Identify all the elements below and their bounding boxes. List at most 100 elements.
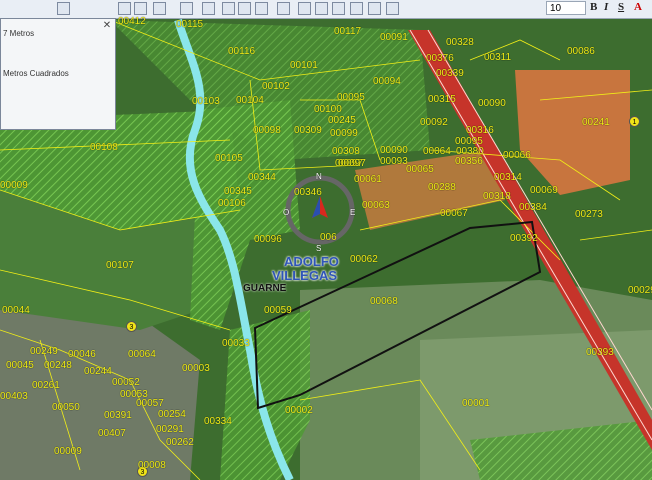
parcel-label[interactable]: 00391 xyxy=(104,410,132,421)
parcel-label[interactable]: 00098 xyxy=(253,125,281,136)
parcel-label[interactable]: 00044 xyxy=(2,305,30,316)
parcel-label[interactable]: 00103 xyxy=(192,96,220,107)
scale-icon[interactable] xyxy=(332,2,345,15)
parcel-label[interactable]: 00356 xyxy=(455,156,483,167)
parcel-label[interactable]: 00316 xyxy=(466,125,494,136)
parcel-label[interactable]: 00254 xyxy=(158,409,186,420)
parcel-label[interactable]: 00393 xyxy=(586,347,614,358)
parcel-label[interactable]: 00288 xyxy=(428,182,456,193)
find-icon[interactable] xyxy=(315,2,328,15)
parcel-label[interactable]: 00407 xyxy=(98,428,126,439)
globe-icon[interactable] xyxy=(57,2,70,15)
parcel-label[interactable]: 00045 xyxy=(6,360,34,371)
select-icon[interactable] xyxy=(202,2,215,15)
parcel-label[interactable]: 00091 xyxy=(380,32,408,43)
parcel-label[interactable]: 00062 xyxy=(350,254,378,265)
parcel-label[interactable]: 00096 xyxy=(254,234,282,245)
parcel-label[interactable]: 00346 xyxy=(294,187,322,198)
parcel-label[interactable]: 00315 xyxy=(428,94,456,105)
info-icon[interactable] xyxy=(222,2,235,15)
parcel-label[interactable]: 00106 xyxy=(218,198,246,209)
parcel-label[interactable]: 00059 xyxy=(264,305,292,316)
parcel-label[interactable]: 00094 xyxy=(373,76,401,87)
parcel-label[interactable]: 00100 xyxy=(314,104,342,115)
parcel-label[interactable]: 00092 xyxy=(420,117,448,128)
parcel-label[interactable]: 00245 xyxy=(328,115,356,126)
parcel-label[interactable]: 00009 xyxy=(54,446,82,457)
arrow-right-icon[interactable] xyxy=(134,2,147,15)
measurement-panel[interactable]: ✕ 7 Metros Metros Cuadrados xyxy=(0,18,116,130)
parcel-label[interactable]: 00104 xyxy=(236,95,264,106)
parcel-label[interactable]: 00345 xyxy=(224,186,252,197)
parcel-label[interactable]: 00093 xyxy=(380,156,408,167)
parcel-label[interactable]: 00066 xyxy=(503,150,531,161)
map-marker[interactable]: 3 xyxy=(126,321,137,332)
hyperlink-icon[interactable] xyxy=(255,2,268,15)
parcel-label[interactable]: 00248 xyxy=(44,360,72,371)
parcel-label[interactable]: 00117 xyxy=(334,26,361,37)
italic-button[interactable]: I xyxy=(604,1,608,13)
parcel-label[interactable]: 00244 xyxy=(84,366,112,377)
parcel-label[interactable]: 00068 xyxy=(370,296,398,307)
parcel-label[interactable]: 00273 xyxy=(575,209,603,220)
parcel-label[interactable]: 00105 xyxy=(215,153,243,164)
parcel-label[interactable]: 00116 xyxy=(228,46,255,57)
bold-button[interactable]: B xyxy=(590,1,597,13)
parcel-label[interactable]: 00344 xyxy=(248,172,276,183)
zoom-icon[interactable] xyxy=(298,2,311,15)
font-color-button[interactable]: A xyxy=(634,1,642,13)
arrow-left-icon[interactable] xyxy=(118,2,131,15)
parcel-label[interactable]: 00102 xyxy=(262,81,290,92)
parcel-label[interactable]: 00308 xyxy=(332,146,360,157)
parcel-label[interactable]: 00029 xyxy=(628,285,652,296)
parcel-label[interactable]: 00115 xyxy=(176,19,203,30)
parcel-label[interactable]: 00328 xyxy=(446,37,474,48)
parcel-label[interactable]: 00002 xyxy=(285,405,313,416)
parcel-label[interactable]: 00095 xyxy=(337,92,365,103)
parcel-label[interactable]: 00107 xyxy=(106,260,134,271)
parcel-label[interactable]: 00064 xyxy=(128,349,156,360)
parcel-label[interactable]: 00033 xyxy=(222,338,250,349)
map-marker[interactable]: 1 xyxy=(629,116,640,127)
parcel-label[interactable]: 00061 xyxy=(354,174,382,185)
parcel-label[interactable]: 00001 xyxy=(462,398,490,409)
parcel-label[interactable]: 00261 xyxy=(32,380,60,391)
parcel-label[interactable]: 00057 xyxy=(136,398,164,409)
parcel-label[interactable]: 00008 xyxy=(138,460,166,471)
parcel-label[interactable]: 00065 xyxy=(406,164,434,175)
parcel-label[interactable]: 00339 xyxy=(436,68,464,79)
pointer-icon[interactable] xyxy=(238,2,251,15)
close-icon[interactable]: ✕ xyxy=(102,21,112,31)
parcel-label[interactable]: 00099 xyxy=(330,128,358,139)
font-size-select[interactable]: 10 xyxy=(546,1,586,15)
parcel-label[interactable]: 00376 xyxy=(426,53,454,64)
parcel-label[interactable]: 00064 xyxy=(423,146,451,157)
person-icon[interactable] xyxy=(350,2,363,15)
parcel-label[interactable]: 006 xyxy=(320,232,337,243)
parcel-label[interactable]: 00403 xyxy=(0,391,28,402)
parcel-label[interactable]: 00009 xyxy=(0,180,28,191)
comment-icon[interactable] xyxy=(277,2,290,15)
parcel-label[interactable]: 00291 xyxy=(156,424,184,435)
parcel-label[interactable]: 00097 xyxy=(338,158,366,169)
identify-icon[interactable] xyxy=(153,2,166,15)
parcel-label[interactable]: 00311 xyxy=(484,52,511,63)
parcel-label[interactable]: 00086 xyxy=(567,46,595,57)
parcel-label[interactable]: 00050 xyxy=(52,402,80,413)
measure-icon[interactable] xyxy=(180,2,193,15)
parcel-label[interactable]: 00392 xyxy=(510,233,538,244)
parcel-label[interactable]: 00067 xyxy=(440,208,468,219)
parcel-label[interactable]: 00108 xyxy=(90,142,118,153)
parcel-label[interactable]: 00249 xyxy=(30,346,58,357)
parcel-label[interactable]: 00063 xyxy=(362,200,390,211)
underline-button[interactable]: S xyxy=(618,1,624,13)
parcel-label[interactable]: 00334 xyxy=(204,416,232,427)
parcel-label[interactable]: 00241 xyxy=(582,117,610,128)
parcel-label[interactable]: 00046 xyxy=(68,349,96,360)
parcel-label[interactable]: 00003 xyxy=(182,363,210,374)
parcel-label[interactable]: 00318 xyxy=(483,191,511,202)
parcel-label[interactable]: 00069 xyxy=(530,185,558,196)
parcel-label[interactable]: 00314 xyxy=(494,172,522,183)
parcel-label[interactable]: 00101 xyxy=(290,60,318,71)
photo-icon[interactable] xyxy=(368,2,381,15)
